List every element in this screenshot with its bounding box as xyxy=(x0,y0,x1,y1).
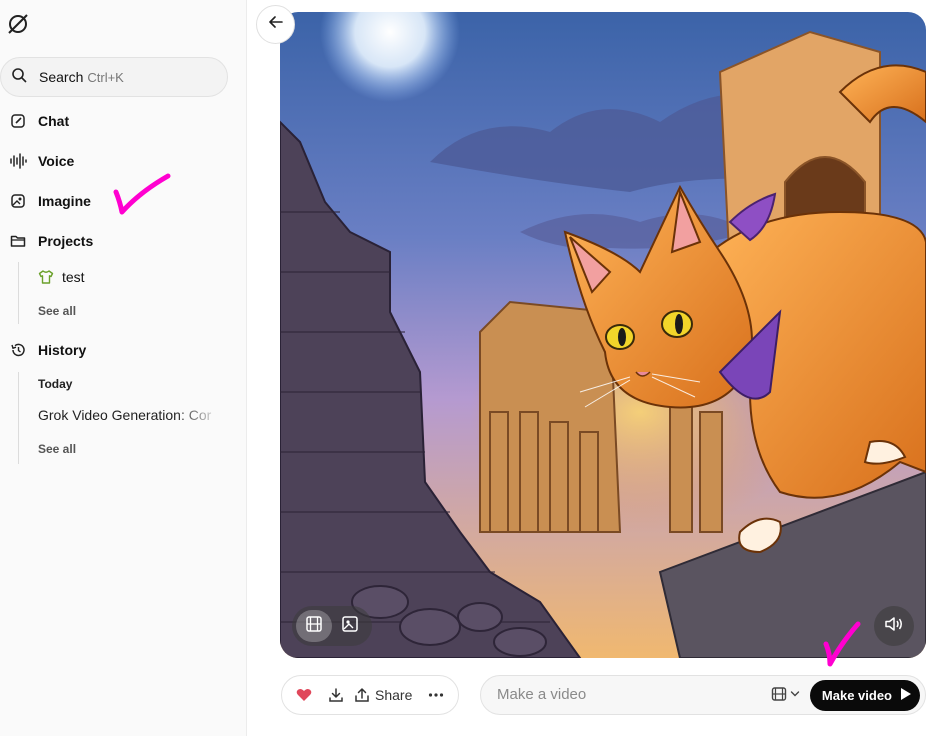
share-label: Share xyxy=(375,687,413,703)
video-view-button[interactable] xyxy=(296,610,332,642)
media-type-toggle[interactable] xyxy=(292,606,372,646)
folder-icon xyxy=(8,231,28,251)
make-video-button[interactable]: Make video xyxy=(809,680,920,711)
imagine-icon xyxy=(8,191,28,211)
nav-history-label: History xyxy=(38,342,87,358)
generated-image[interactable] xyxy=(280,12,926,658)
video-prompt-bar: Make video xyxy=(480,675,926,715)
sidebar: Search Ctrl+K Chat Voice Imagine Project… xyxy=(0,0,247,736)
back-arrow-icon xyxy=(268,15,283,34)
video-prompt-input[interactable] xyxy=(497,686,747,703)
history-item[interactable]: Grok Video Generation: Cor xyxy=(38,407,221,423)
back-button[interactable] xyxy=(256,5,295,44)
grok-logo-icon[interactable] xyxy=(6,12,30,36)
search-label: Search xyxy=(39,69,84,85)
project-item-test[interactable]: test xyxy=(38,269,85,285)
history-group-today: Today xyxy=(38,377,73,391)
nav-imagine-label: Imagine xyxy=(38,193,91,209)
projects-tree-line xyxy=(18,262,19,324)
image-icon xyxy=(341,615,359,638)
chevron-down-icon xyxy=(790,690,800,698)
nav-chat-label: Chat xyxy=(38,113,70,129)
film-icon xyxy=(305,615,323,638)
search-bar[interactable]: Search Ctrl+K xyxy=(0,57,228,97)
more-icon[interactable] xyxy=(426,693,446,697)
nav-projects-label: Projects xyxy=(38,233,94,249)
image-actions-bar: Share xyxy=(281,675,459,715)
image-view-button[interactable] xyxy=(332,610,368,642)
nav-chat[interactable]: Chat xyxy=(8,107,69,135)
share-icon xyxy=(354,687,370,703)
history-tree-line xyxy=(18,372,19,464)
search-shortcut: Ctrl+K xyxy=(87,69,124,85)
nav-history[interactable]: History xyxy=(8,336,86,364)
shirt-icon xyxy=(38,269,54,285)
nav-voice-label: Voice xyxy=(38,153,75,169)
download-icon[interactable] xyxy=(326,687,346,703)
history-see-all[interactable]: See all xyxy=(38,442,76,456)
sound-button[interactable] xyxy=(874,606,914,646)
share-button[interactable]: Share xyxy=(354,687,412,703)
search-icon xyxy=(11,67,27,88)
play-icon xyxy=(900,687,912,704)
cat-ruins-illustration xyxy=(280,12,926,658)
project-item-label: test xyxy=(62,269,85,285)
voice-wave-icon xyxy=(8,151,28,171)
projects-see-all[interactable]: See all xyxy=(38,304,76,318)
nav-voice[interactable]: Voice xyxy=(8,147,74,175)
nav-projects[interactable]: Projects xyxy=(8,227,93,255)
heart-icon[interactable] xyxy=(294,688,314,702)
chat-pen-icon xyxy=(8,111,28,131)
nav-imagine[interactable]: Imagine xyxy=(8,187,91,215)
video-mode-icon xyxy=(771,686,787,702)
make-video-label: Make video xyxy=(821,688,892,703)
history-icon xyxy=(8,340,28,360)
speaker-icon xyxy=(884,615,904,638)
video-mode-select[interactable] xyxy=(771,686,800,702)
checkmark-annotation xyxy=(113,173,171,215)
